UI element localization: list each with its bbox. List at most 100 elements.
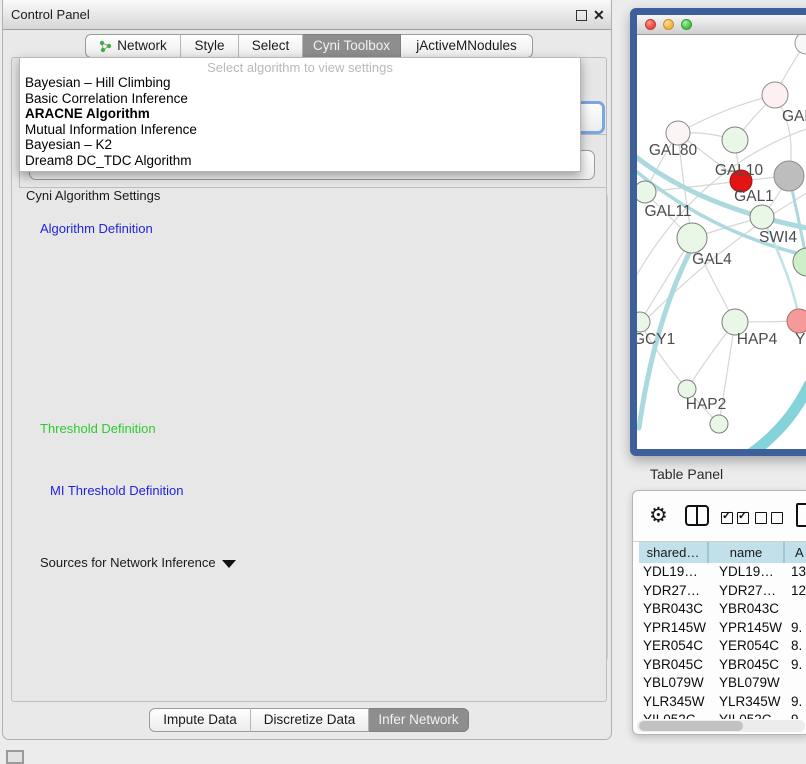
node-gal4[interactable] bbox=[677, 223, 707, 253]
label-gal10: GAL10 bbox=[715, 162, 764, 179]
deselect-all-rows-icon[interactable] bbox=[755, 511, 787, 529]
tab-discretize-data[interactable]: Discretize Data bbox=[251, 708, 369, 732]
label-gal80: GAL80 bbox=[649, 142, 698, 159]
mac-minimize-button[interactable] bbox=[663, 19, 674, 30]
cell: YIL052C bbox=[709, 711, 787, 719]
label-gal1: GAL1 bbox=[734, 188, 774, 205]
cell bbox=[787, 600, 806, 619]
cell: YBR043C bbox=[633, 600, 709, 619]
algorithm-dropdown-placeholder: Select algorithm to view settings bbox=[20, 60, 580, 75]
threshold-definition-title: Threshold Definition bbox=[37, 421, 159, 436]
algorithm-option[interactable]: Mutual Information Inference bbox=[20, 122, 580, 138]
tab-style[interactable]: Style bbox=[181, 34, 239, 58]
node-gal11[interactable] bbox=[637, 181, 656, 203]
node-gcy1[interactable] bbox=[637, 312, 650, 332]
cell: YBR045C bbox=[709, 656, 787, 675]
algorithm-option-selected[interactable]: ARACNE Algorithm bbox=[20, 106, 580, 122]
algorithm-option[interactable]: Bayesian – K2 bbox=[20, 137, 580, 153]
control-panel-window: Control Panel ✕ Network Style Select Cyn… bbox=[2, 0, 612, 740]
table-row[interactable]: YIL052CYIL052C9. bbox=[633, 711, 806, 719]
tab-jactivemnodules-label: jActiveMNodules bbox=[416, 34, 517, 58]
gear-icon[interactable]: ⚙ bbox=[649, 501, 668, 531]
column-header-name[interactable]: name bbox=[709, 542, 785, 563]
window-title: Control Panel bbox=[11, 0, 90, 30]
table-row[interactable]: YBL079WYBL079W bbox=[633, 674, 806, 693]
algorithm-option[interactable]: Bayesian – Hill Climbing bbox=[20, 75, 580, 91]
tab-network-label: Network bbox=[117, 34, 167, 58]
table-row[interactable]: YPR145WYPR145W9. bbox=[633, 619, 806, 638]
network-icon bbox=[99, 40, 112, 53]
mac-close-button[interactable] bbox=[645, 19, 656, 30]
label-gcy1: GCY1 bbox=[637, 331, 675, 348]
label-hap4: HAP4 bbox=[737, 331, 778, 348]
tab-impute-data[interactable]: Impute Data bbox=[149, 708, 251, 732]
close-icon[interactable]: ✕ bbox=[593, 7, 605, 23]
tab-cyni-toolbox-label: Cyni Toolbox bbox=[313, 34, 390, 58]
cell: 8. bbox=[787, 637, 806, 656]
tab-infer-network[interactable]: Infer Network bbox=[369, 708, 469, 732]
table-row[interactable]: YBR045CYBR045C9. bbox=[633, 656, 806, 675]
tab-style-label: Style bbox=[194, 34, 224, 58]
network-canvas[interactable]: GAL GAL80 GAL10 GAL1 GAL11 SWI4 GAL4 GCY… bbox=[637, 35, 806, 449]
node-partial[interactable] bbox=[795, 35, 806, 54]
select-all-rows-icon[interactable] bbox=[721, 511, 753, 529]
table-horizontal-scrollbar[interactable] bbox=[637, 720, 805, 732]
scrollbar-thumb[interactable] bbox=[639, 721, 743, 731]
node-bottom[interactable] bbox=[710, 415, 728, 433]
cell bbox=[787, 674, 806, 693]
table-header-row: shared… name A bbox=[633, 541, 806, 563]
cell: 9. bbox=[787, 619, 806, 638]
label-gal11: GAL11 bbox=[644, 203, 691, 220]
node-salmon[interactable] bbox=[787, 309, 806, 333]
table-row[interactable]: YDL19…YDL19…13 bbox=[633, 563, 806, 582]
table-row[interactable]: YER054CYER054C8. bbox=[633, 637, 806, 656]
tab-network[interactable]: Network bbox=[85, 34, 181, 58]
columns-icon[interactable] bbox=[685, 505, 709, 526]
cyni-algorithm-settings-title: Cyni Algorithm Settings bbox=[23, 188, 163, 203]
cell: 9. bbox=[787, 693, 806, 712]
algorithm-option[interactable]: Dream8 DC_TDC Algorithm bbox=[20, 153, 580, 169]
cell: YDR27… bbox=[633, 582, 709, 601]
control-panel-titlebar: Control Panel ✕ bbox=[3, 0, 611, 30]
screen: { "window": { "title": "Control Panel" }… bbox=[0, 0, 806, 762]
node-gal-clip[interactable] bbox=[762, 82, 788, 108]
sources-toggle[interactable]: Sources for Network Inference bbox=[37, 555, 239, 570]
node-gal10[interactable] bbox=[722, 127, 748, 153]
tab-select[interactable]: Select bbox=[239, 34, 303, 58]
label-gal-clip: GAL bbox=[782, 108, 806, 125]
label-y-clip: Y bbox=[795, 331, 805, 348]
algorithm-option[interactable]: Basic Correlation Inference bbox=[20, 91, 580, 107]
export-table-icon[interactable] bbox=[796, 503, 806, 527]
label-hap2: HAP2 bbox=[686, 396, 727, 413]
network-graph[interactable]: GAL GAL80 GAL10 GAL1 GAL11 SWI4 GAL4 GCY… bbox=[637, 35, 806, 449]
tab-impute-data-label: Impute Data bbox=[163, 708, 237, 732]
cell: YBL079W bbox=[633, 674, 709, 693]
column-header-shared-name[interactable]: shared… bbox=[639, 542, 709, 563]
network-window-titlebar bbox=[637, 15, 806, 35]
tab-discretize-data-label: Discretize Data bbox=[264, 708, 356, 732]
column-header-clipped[interactable]: A bbox=[785, 542, 806, 563]
table-toolbar: ⚙ bbox=[633, 497, 806, 537]
cell: YIL052C bbox=[633, 711, 709, 719]
cell: YPR145W bbox=[709, 619, 787, 638]
tab-jactivemnodules[interactable]: jActiveMNodules bbox=[401, 34, 533, 58]
algorithm-definition-title: Algorithm Definition bbox=[37, 221, 156, 236]
float-panel-icon[interactable] bbox=[576, 10, 587, 21]
node-gray[interactable] bbox=[774, 161, 804, 191]
table-body: YDL19…YDL19…13 YDR27…YDR27…12 YBR043CYBR… bbox=[633, 563, 806, 719]
cyni-mode-tabbar: Impute Data Discretize Data Infer Networ… bbox=[149, 708, 469, 731]
cell: YDL19… bbox=[633, 563, 709, 582]
mac-zoom-button[interactable] bbox=[681, 19, 692, 30]
tab-cyni-toolbox[interactable]: Cyni Toolbox bbox=[303, 34, 401, 58]
cell: YDR27… bbox=[709, 582, 787, 601]
cell: 13 bbox=[787, 563, 806, 582]
cell: YBR045C bbox=[633, 656, 709, 675]
cell: 12 bbox=[787, 582, 806, 601]
table-row[interactable]: YBR043CYBR043C bbox=[633, 600, 806, 619]
table-row[interactable]: YLR345WYLR345W9. bbox=[633, 693, 806, 712]
tab-infer-network-label: Infer Network bbox=[378, 708, 458, 732]
node-swi4[interactable] bbox=[750, 205, 774, 229]
cell: YLR345W bbox=[709, 693, 787, 712]
cell: YLR345W bbox=[633, 693, 709, 712]
table-row[interactable]: YDR27…YDR27…12 bbox=[633, 582, 806, 601]
